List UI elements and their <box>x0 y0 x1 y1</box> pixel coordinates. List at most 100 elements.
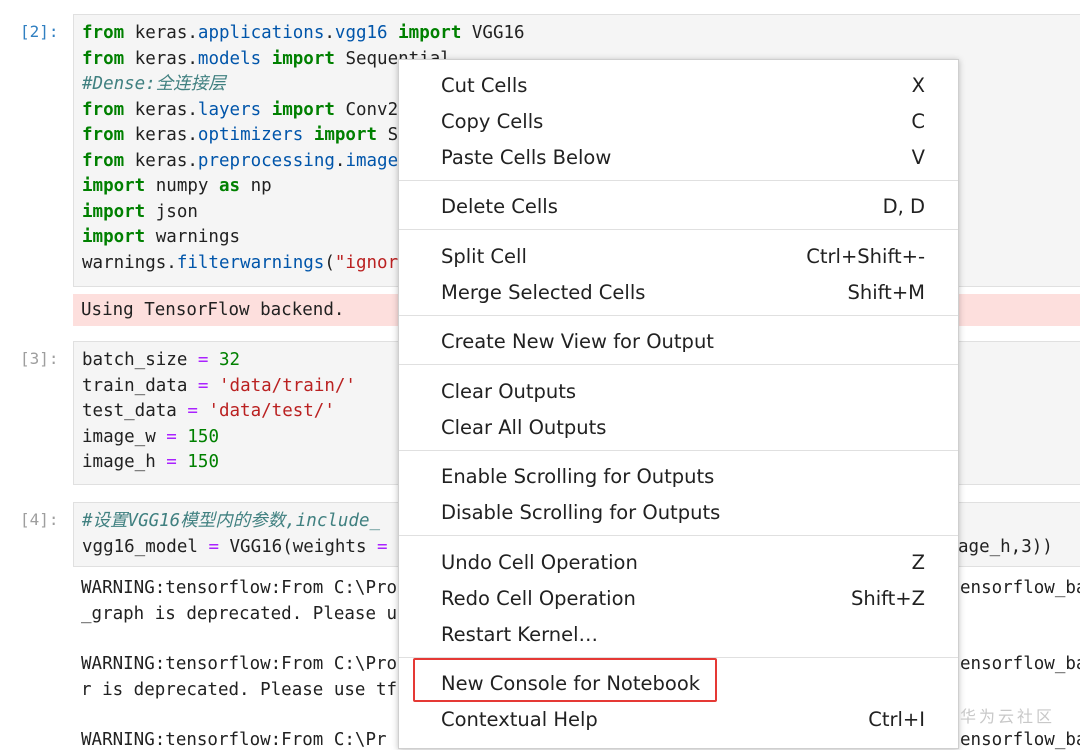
cell-prompt: [3]: <box>20 349 59 368</box>
code-line: train_data = 'data/train/' <box>82 374 356 400</box>
code-line: from keras.layers import Conv2D <box>82 98 409 124</box>
code-token: models <box>197 48 262 69</box>
code-token: filterwarnings <box>176 252 325 273</box>
code-token: = <box>208 536 219 557</box>
code-token: as <box>218 176 241 196</box>
code-token: = <box>377 536 388 557</box>
code-token: = <box>166 452 177 472</box>
cell-prompt: [4]: <box>20 510 59 529</box>
code-token: = <box>197 375 209 396</box>
menu-item-shortcut: Z <box>911 551 925 574</box>
menu-item-clear-all-outputs[interactable]: Clear All Outputs <box>399 409 958 445</box>
code-token: #Dense:全连接层 <box>82 74 226 94</box>
code-token: import <box>82 176 146 196</box>
code-token: vgg16 <box>334 23 388 43</box>
code-token: 150 <box>187 426 219 447</box>
menu-item-shortcut: Ctrl+Shift+- <box>806 245 925 268</box>
code-token: keras. <box>124 23 198 43</box>
code-line: from keras.applications.vgg16 import VGG… <box>82 21 525 47</box>
code-line: vgg16_model = VGG16(weights = <box>82 535 388 561</box>
code-token: preprocessing <box>197 150 335 171</box>
code-token: np <box>240 176 272 196</box>
output-line: WARNING:tensorflow:From C:\Pr <box>81 730 387 750</box>
watermark: 华为云社区 <box>960 707 1056 726</box>
code-line: #Dense:全连接层 <box>82 72 226 98</box>
menu-separator <box>399 535 958 536</box>
code-line: import json <box>82 200 198 226</box>
menu-item-create-new-view-for-output[interactable]: Create New View for Output <box>399 323 958 359</box>
stderr-text: Using TensorFlow backend. <box>81 300 345 320</box>
code-line: import numpy as np <box>82 174 272 200</box>
menu-item-label: Restart Kernel… <box>441 623 599 646</box>
menu-item-label: Copy Cells <box>441 110 544 133</box>
code-line: from keras.preprocessing.image <box>82 149 398 175</box>
highlight-box <box>413 658 717 702</box>
code-token: import <box>398 23 462 43</box>
menu-item-copy-cells[interactable]: Copy Cells C <box>399 103 958 139</box>
menu-item-label: Clear Outputs <box>441 380 577 403</box>
code-line-tail: age_h,3)) <box>958 537 1053 557</box>
output-line-tail: ensorflow_ba <box>960 578 1080 598</box>
code-token: = <box>166 426 177 447</box>
code-line: from keras.optimizers import S <box>82 123 398 149</box>
menu-item-label: Contextual Help <box>441 708 598 731</box>
menu-item-label: Undo Cell Operation <box>441 551 638 574</box>
code-token: keras. <box>124 125 198 145</box>
menu-item-disable-scrolling-for-outputs[interactable]: Disable Scrolling for Outputs <box>399 494 958 530</box>
menu-item-contextual-help[interactable]: Contextual Help Ctrl+I <box>399 701 958 737</box>
menu-item-clear-outputs[interactable]: Clear Outputs <box>399 373 958 409</box>
code-token: from <box>82 23 125 43</box>
menu-item-shortcut: Shift+M <box>847 281 926 304</box>
menu-item-delete-cells[interactable]: Delete Cells D, D <box>399 188 958 224</box>
menu-item-label: Cut Cells <box>441 74 528 97</box>
code-token: warnings. <box>82 252 177 273</box>
output-line-tail: ensorflow_ba <box>960 654 1080 674</box>
menu-item-split-cell[interactable]: Split Cell Ctrl+Shift+- <box>399 238 958 274</box>
output-line: WARNING:tensorflow:From C:\Pro <box>81 654 398 674</box>
code-token: = <box>197 350 209 370</box>
code-token: optimizers <box>197 125 304 145</box>
menu-item-label: Disable Scrolling for Outputs <box>441 501 721 524</box>
code-line: #设置VGG16模型内的参数,include_ <box>82 509 380 535</box>
menu-item-paste-cells-below[interactable]: Paste Cells Below V <box>399 139 958 175</box>
code-token: from <box>82 150 125 171</box>
menu-item-label: Split Cell <box>441 245 527 268</box>
code-token: warnings <box>145 227 241 247</box>
menu-item-enable-scrolling-for-outputs[interactable]: Enable Scrolling for Outputs <box>399 458 958 494</box>
menu-item-shortcut: X <box>911 74 925 97</box>
code-token: vgg16_model <box>82 536 209 557</box>
menu-item-label: Clear All Outputs <box>441 416 607 439</box>
output-line: r is deprecated. Please use tf <box>81 680 398 700</box>
code-token: S <box>377 125 399 145</box>
menu-item-undo-cell-operation[interactable]: Undo Cell Operation Z <box>399 544 958 580</box>
code-token: numpy <box>145 176 219 196</box>
code-token: train_data <box>82 375 198 396</box>
menu-separator <box>399 315 958 316</box>
menu-separator <box>399 229 958 230</box>
menu-item-label: Create New View for Output <box>441 330 714 353</box>
code-token: import <box>271 99 335 120</box>
menu-item-redo-cell-operation[interactable]: Redo Cell Operation Shift+Z <box>399 580 958 616</box>
code-token: image_h <box>82 452 167 472</box>
menu-item-cut-cells[interactable]: Cut Cells X <box>399 67 958 103</box>
menu-item-label: Paste Cells Below <box>441 146 612 169</box>
code-token: import <box>82 227 146 247</box>
code-token: applications <box>197 23 325 43</box>
menu-item-restart-kernel[interactable]: Restart Kernel… <box>399 616 958 652</box>
code-token: keras. <box>124 150 198 171</box>
code-token: layers <box>197 99 262 120</box>
code-token: 150 <box>187 452 219 472</box>
code-token: . <box>324 23 335 43</box>
menu-item-merge-selected-cells[interactable]: Merge Selected Cells Shift+M <box>399 274 958 310</box>
menu-item-label: Redo Cell Operation <box>441 587 636 610</box>
code-token: 'data/test/' <box>208 401 335 421</box>
code-token: from <box>82 48 125 69</box>
code-token: = <box>187 401 198 421</box>
code-token: batch_size <box>82 350 198 370</box>
menu-separator <box>399 450 958 451</box>
